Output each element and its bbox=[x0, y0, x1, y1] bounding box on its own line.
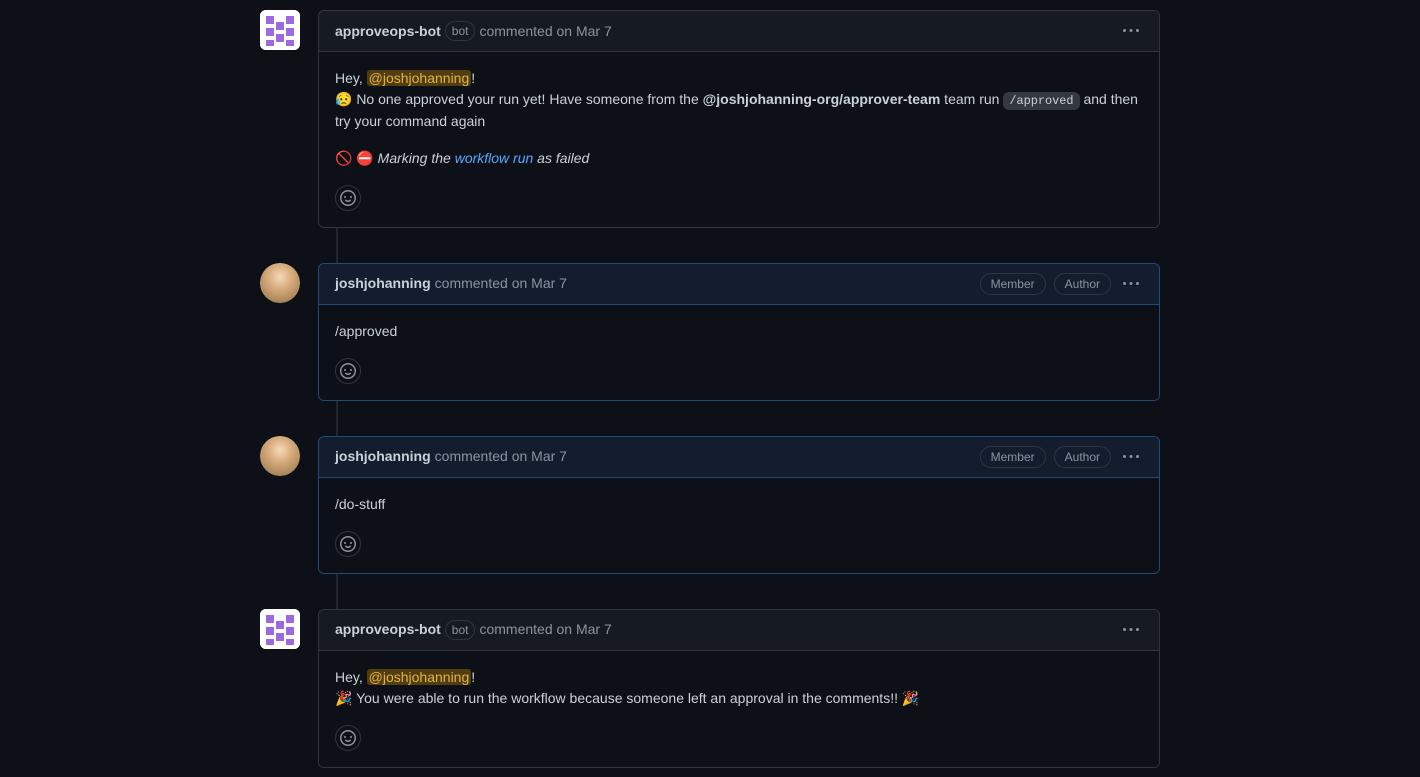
commented-label: commented on Mar 7 bbox=[479, 619, 611, 640]
bot-avatar-icon bbox=[260, 609, 300, 649]
team-mention[interactable]: @joshjohanning-org/approver-team bbox=[703, 91, 941, 107]
member-badge: Member bbox=[980, 273, 1046, 295]
kebab-icon[interactable] bbox=[1119, 272, 1143, 296]
avatar[interactable] bbox=[260, 263, 300, 303]
smiley-icon bbox=[340, 536, 356, 552]
smiley-icon bbox=[340, 190, 356, 206]
workflow-run-link[interactable]: workflow run bbox=[455, 150, 534, 166]
bot-avatar-icon bbox=[260, 10, 300, 50]
avatar[interactable] bbox=[260, 609, 300, 649]
timeline-connector bbox=[336, 228, 338, 263]
comment-body: Hey, @joshjohanning! 😥 No one approved y… bbox=[319, 52, 1159, 185]
avatar[interactable] bbox=[260, 436, 300, 476]
comment-header: joshjohanning commented on Mar 7 Member … bbox=[319, 264, 1159, 305]
bot-badge: bot bbox=[445, 620, 476, 640]
timeline-connector bbox=[336, 401, 338, 436]
comment: approveops-bot bot commented on Mar 7 He… bbox=[318, 609, 1160, 768]
author-name[interactable]: joshjohanning bbox=[335, 273, 431, 294]
kebab-icon[interactable] bbox=[1119, 445, 1143, 469]
author-name[interactable]: approveops-bot bbox=[335, 21, 441, 42]
avatar[interactable] bbox=[260, 10, 300, 50]
timestamp[interactable]: on Mar 7 bbox=[512, 448, 567, 464]
comment-header: approveops-bot bot commented on Mar 7 bbox=[319, 610, 1159, 651]
mention[interactable]: @joshjohanning bbox=[367, 70, 472, 86]
commented-label: commented on Mar 7 bbox=[479, 21, 611, 42]
code-snippet: /approved bbox=[1003, 92, 1079, 110]
comment: approveops-bot bot commented on Mar 7 He… bbox=[318, 10, 1160, 228]
comment: joshjohanning commented on Mar 7 Member … bbox=[318, 436, 1160, 574]
timestamp[interactable]: on Mar 7 bbox=[512, 275, 567, 291]
bot-badge: bot bbox=[445, 21, 476, 41]
author-badge: Author bbox=[1054, 446, 1111, 468]
comment-body: /do-stuff bbox=[319, 478, 1159, 531]
smiley-icon bbox=[340, 363, 356, 379]
timeline-connector bbox=[336, 574, 338, 609]
add-reaction-button[interactable] bbox=[335, 358, 361, 384]
comment-header: approveops-bot bot commented on Mar 7 bbox=[319, 11, 1159, 52]
author-badge: Author bbox=[1054, 273, 1111, 295]
author-name[interactable]: approveops-bot bbox=[335, 619, 441, 640]
mention[interactable]: @joshjohanning bbox=[367, 669, 472, 685]
kebab-icon[interactable] bbox=[1119, 618, 1143, 642]
commented-label: commented on Mar 7 bbox=[435, 446, 567, 467]
smiley-icon bbox=[340, 730, 356, 746]
comment-header: joshjohanning commented on Mar 7 Member … bbox=[319, 437, 1159, 478]
comment-body: Hey, @joshjohanning! 🎉 You were able to … bbox=[319, 651, 1159, 725]
timestamp[interactable]: on Mar 7 bbox=[557, 23, 612, 39]
comment-body: /approved bbox=[319, 305, 1159, 358]
member-badge: Member bbox=[980, 446, 1046, 468]
commented-label: commented on Mar 7 bbox=[435, 273, 567, 294]
timestamp[interactable]: on Mar 7 bbox=[557, 621, 612, 637]
add-reaction-button[interactable] bbox=[335, 185, 361, 211]
author-name[interactable]: joshjohanning bbox=[335, 446, 431, 467]
comment: joshjohanning commented on Mar 7 Member … bbox=[318, 263, 1160, 401]
kebab-icon[interactable] bbox=[1119, 19, 1143, 43]
add-reaction-button[interactable] bbox=[335, 725, 361, 751]
add-reaction-button[interactable] bbox=[335, 531, 361, 557]
